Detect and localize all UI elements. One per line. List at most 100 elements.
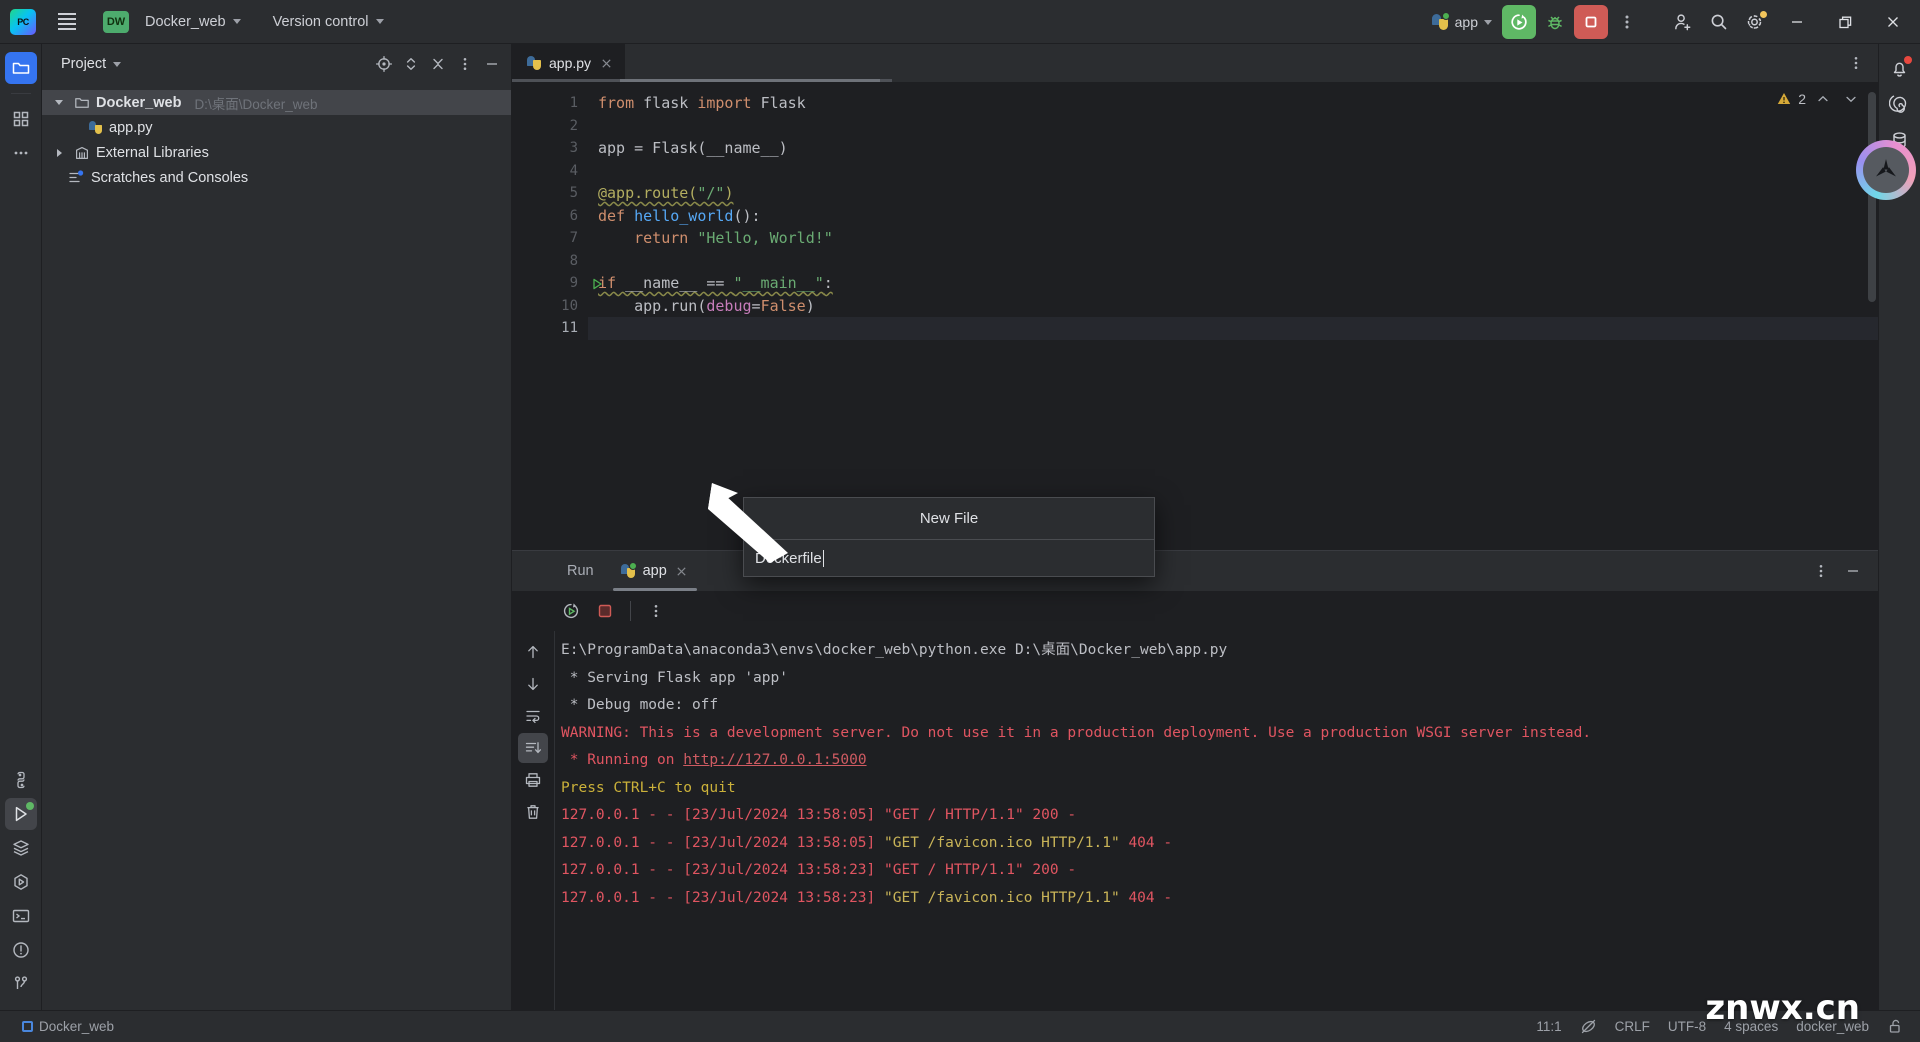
maximize-window-button[interactable]: [1822, 0, 1868, 44]
new-file-name-input[interactable]: Dockerfile: [744, 540, 1154, 576]
python-interpreter[interactable]: docker_web: [1788, 1016, 1877, 1037]
tree-node-app-py[interactable]: app.py: [42, 115, 511, 140]
hide-project-panel-button[interactable]: [479, 51, 505, 77]
search-everywhere-button[interactable]: [1702, 5, 1736, 39]
tree-node-docker-web[interactable]: Docker_web D:\桌面\Docker_web: [42, 90, 511, 115]
rerun-icon: [563, 603, 579, 619]
ai-assistant-orb[interactable]: [1856, 140, 1916, 200]
line-number: 6: [569, 207, 578, 224]
caret-position[interactable]: 11:1: [1528, 1016, 1569, 1037]
stop-process-button[interactable]: [590, 596, 620, 626]
tree-node-external-libraries[interactable]: External Libraries: [42, 140, 511, 165]
inspection-toggle[interactable]: [1572, 1015, 1605, 1038]
sidebar-item-terminal[interactable]: [5, 900, 37, 932]
editor-tabs-options-button[interactable]: [1842, 49, 1870, 77]
next-problem-button[interactable]: [1840, 88, 1862, 110]
rerun-button[interactable]: [556, 596, 586, 626]
tree-twisty-collapsed[interactable]: [50, 148, 68, 157]
trash-icon: [527, 805, 539, 819]
notification-badge-dot: [1903, 56, 1912, 64]
console-line: 127.0.0.1 - - [23/Jul/2024 13:58:05] "GE…: [555, 802, 1878, 830]
search-icon: [1711, 14, 1727, 30]
tree-node-scratches[interactable]: Scratches and Consoles: [42, 165, 511, 190]
expand-collapse-button[interactable]: [398, 51, 424, 77]
sidebar-item-python-console[interactable]: [5, 866, 37, 898]
close-window-button[interactable]: [1870, 0, 1916, 44]
file-encoding[interactable]: UTF-8: [1660, 1016, 1714, 1037]
run-tab-app[interactable]: app: [607, 551, 703, 591]
tree-node-label: External Libraries: [96, 144, 209, 161]
sidebar-item-commit[interactable]: [5, 103, 37, 135]
notifications-button[interactable]: [1884, 52, 1916, 84]
title-bar: PC DW Docker_web Version control app: [0, 0, 1920, 44]
console-side-toolbar: [512, 631, 554, 1010]
close-tab-button[interactable]: [598, 55, 615, 72]
editor-tab-app-py[interactable]: app.py: [512, 44, 626, 82]
account-button[interactable]: [1666, 5, 1700, 39]
console-text: "GET /favicon.ico HTTP/1.1": [884, 834, 1129, 851]
console-text: Press CTRL+C to quit: [561, 779, 736, 796]
hamburger-menu-icon[interactable]: [50, 5, 84, 39]
commit-grid-icon: [13, 111, 28, 127]
project-selector[interactable]: DW Docker_web: [94, 7, 250, 37]
console-url-link[interactable]: http://127.0.0.1:5000: [683, 752, 866, 768]
sidebar-item-project[interactable]: [4, 52, 37, 84]
settings-button[interactable]: [1738, 5, 1772, 39]
project-panel-actions: [371, 51, 505, 77]
ai-assistant-button[interactable]: [1884, 88, 1916, 120]
minimize-window-button[interactable]: [1774, 0, 1820, 44]
soft-wrap-button[interactable]: [518, 701, 548, 731]
project-name-label: Docker_web: [145, 13, 226, 30]
project-tree: Docker_web D:\桌面\Docker_web app.py Exter…: [42, 84, 511, 190]
scroll-down-button[interactable]: [518, 669, 548, 699]
project-options-button[interactable]: [452, 51, 478, 77]
clear-all-button[interactable]: [518, 797, 548, 827]
status-project-label[interactable]: Docker_web: [14, 1016, 122, 1037]
version-control-menu[interactable]: Version control: [264, 10, 393, 34]
console-output[interactable]: E:\ProgramData\anaconda3\envs\docker_web…: [554, 631, 1878, 1010]
stop-button[interactable]: [1574, 5, 1608, 39]
status-project-name: Docker_web: [39, 1019, 115, 1034]
scroll-up-button[interactable]: [518, 637, 548, 667]
collapse-all-button[interactable]: [425, 51, 451, 77]
select-opened-file-button[interactable]: [371, 51, 397, 77]
run-console-more-button[interactable]: [641, 596, 671, 626]
sidebar-item-python-packages[interactable]: [5, 764, 37, 796]
sidebar-item-version-control[interactable]: [5, 968, 37, 1000]
hide-run-panel-button[interactable]: [1838, 556, 1868, 586]
close-run-tab-button[interactable]: [674, 563, 690, 579]
debug-button[interactable]: [1538, 5, 1572, 39]
chevron-down-icon: [1484, 19, 1492, 25]
code-content[interactable]: from flask import Flask app = Flask(__na…: [588, 82, 1878, 550]
left-tool-strip: [0, 44, 42, 1010]
console-text: "GET /favicon.ico HTTP/1.1": [884, 889, 1129, 906]
pycharm-window: PC DW Docker_web Version control app Pro…: [0, 0, 1920, 1042]
run-widget-more-button[interactable]: [1610, 5, 1644, 39]
run-tab-run[interactable]: Run: [554, 551, 607, 591]
editor-gutter[interactable]: 1 2 3 4 5 6 7 8 9 10 11: [512, 82, 602, 550]
tree-twisty-expanded[interactable]: [50, 100, 68, 105]
sidebar-item-run[interactable]: [4, 798, 37, 830]
print-button[interactable]: [518, 765, 548, 795]
line-separator[interactable]: CRLF: [1607, 1016, 1658, 1037]
run-button[interactable]: [1502, 5, 1536, 39]
run-configuration-selector[interactable]: app: [1423, 9, 1500, 35]
ellipsis-icon: [14, 151, 27, 155]
run-options-button[interactable]: [1806, 556, 1836, 586]
inspection-widget: 2: [1776, 88, 1862, 110]
indent-setting[interactable]: 4 spaces: [1716, 1016, 1786, 1037]
scroll-to-end-button[interactable]: [518, 733, 548, 763]
console-line-warning: WARNING: This is a development server. D…: [555, 720, 1878, 748]
new-file-dialog[interactable]: New File Dockerfile: [743, 497, 1155, 577]
sidebar-item-services[interactable]: [5, 832, 37, 864]
project-panel-title-dropdown[interactable]: Project: [56, 53, 126, 75]
code-editor[interactable]: 1 2 3 4 5 6 7 8 9 10 11 from flask impor…: [512, 82, 1878, 550]
editor-tabs-bar: app.py: [512, 44, 1878, 82]
previous-problem-button[interactable]: [1812, 88, 1834, 110]
sidebar-item-problems[interactable]: [5, 934, 37, 966]
readonly-toggle[interactable]: [1879, 1015, 1912, 1038]
sidebar-item-more[interactable]: [5, 137, 37, 169]
more-vertical-icon: [1854, 57, 1858, 69]
